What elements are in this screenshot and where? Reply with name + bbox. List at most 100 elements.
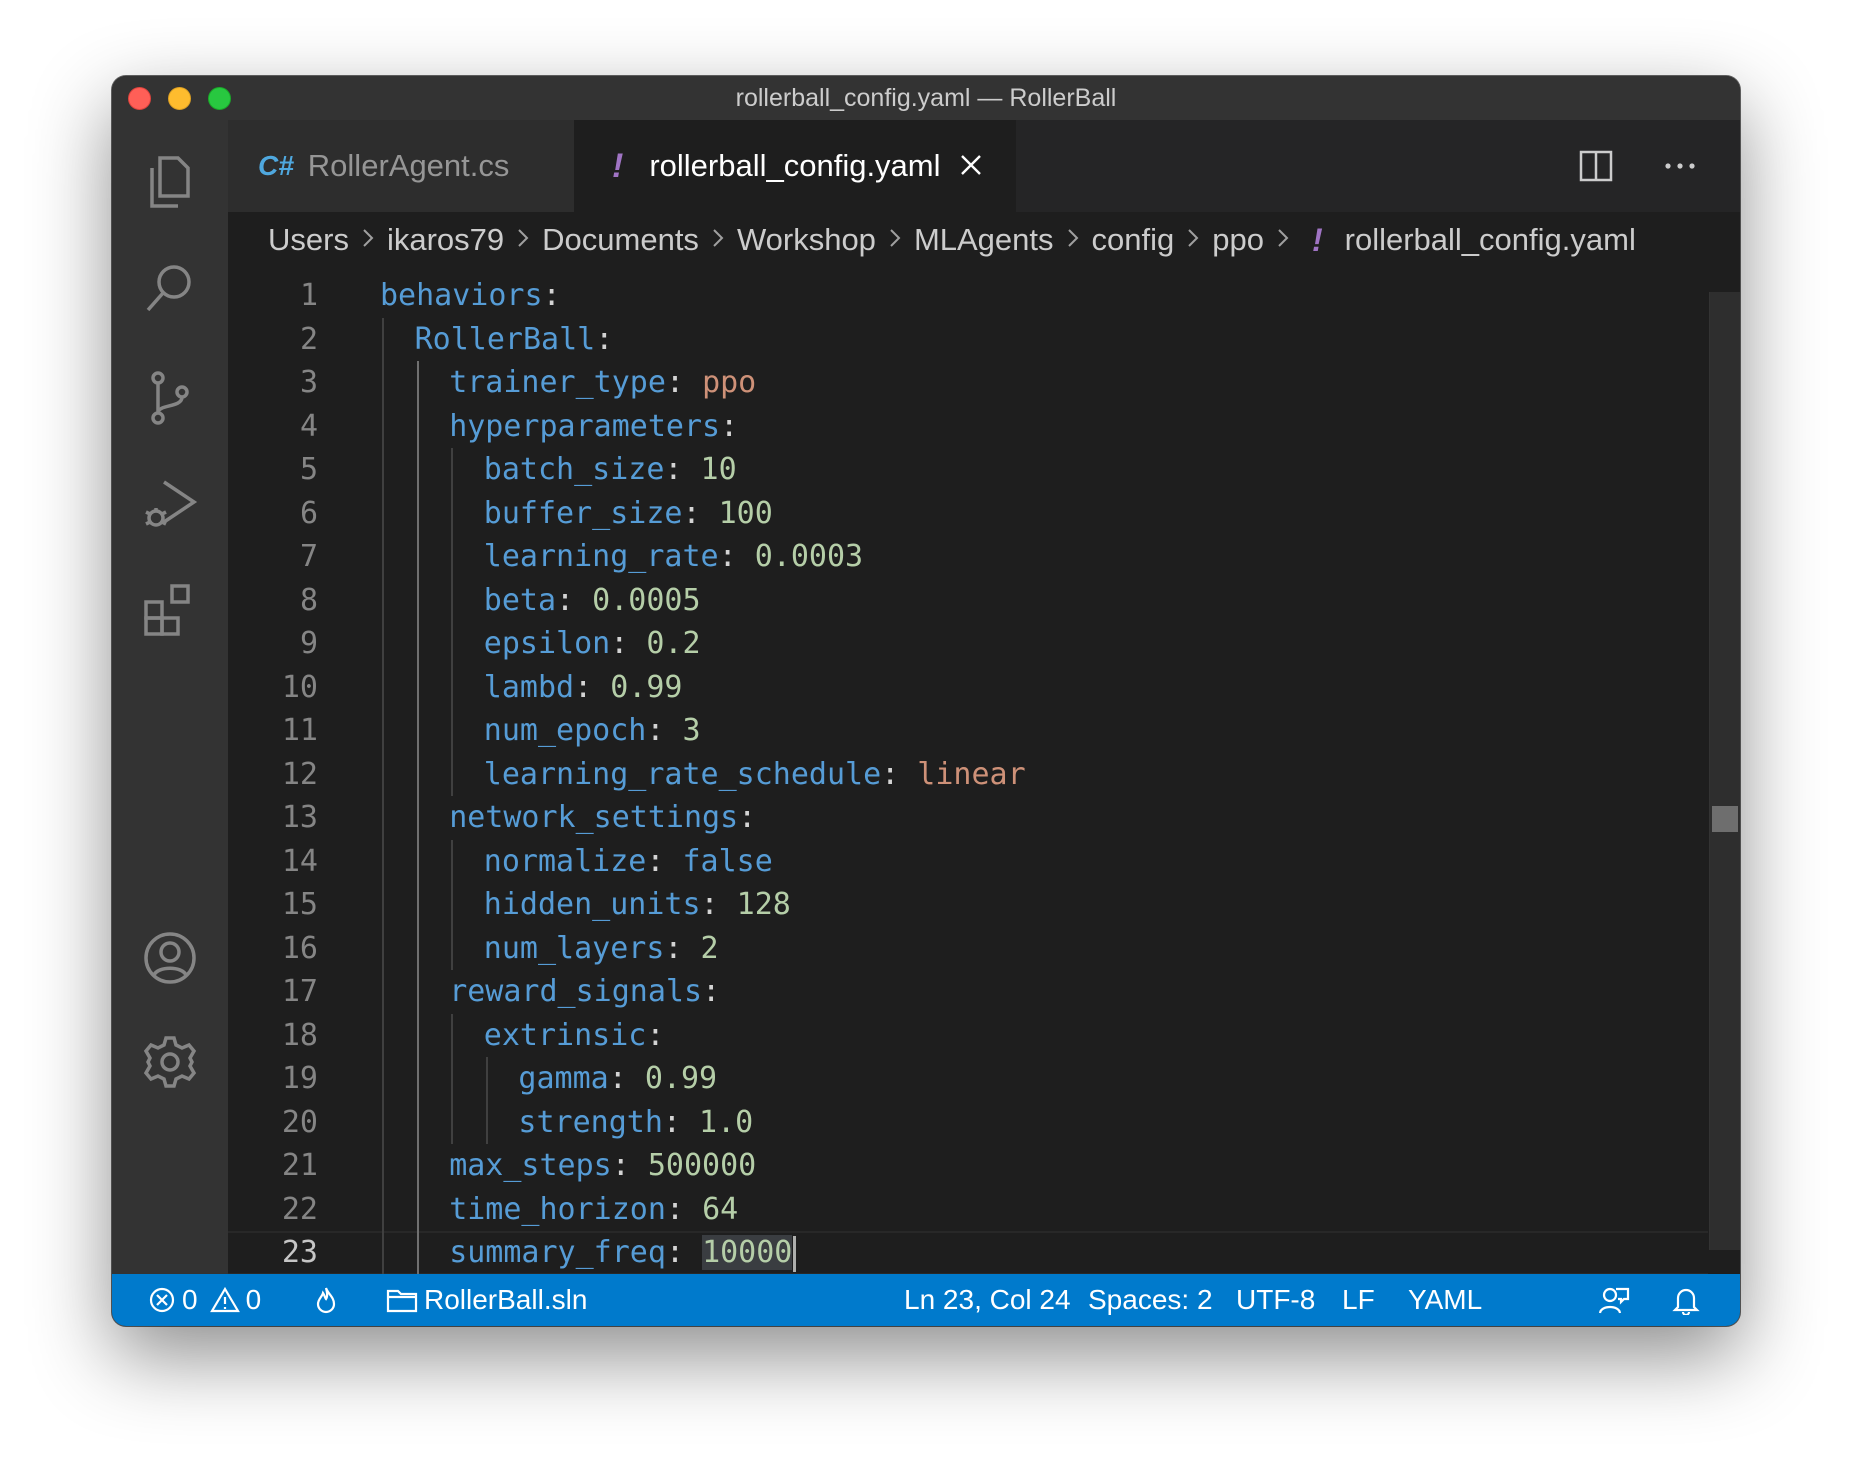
code-content: extrinsic:: [483, 1017, 665, 1053]
code-line[interactable]: 20 strength: 1.0: [228, 1101, 1708, 1145]
code-line[interactable]: 6 buffer_size: 100: [228, 492, 1708, 536]
line-ending-setting[interactable]: LF: [1342, 1274, 1375, 1326]
code-line[interactable]: 18 extrinsic:: [228, 1014, 1708, 1058]
yaml-key: summary_freq: [449, 1235, 666, 1270]
code-line[interactable]: 23 summary_freq: 10000: [228, 1231, 1708, 1274]
breadcrumb-item[interactable]: ppo: [1212, 222, 1264, 258]
yaml-value: linear: [917, 756, 1026, 792]
yaml-value: 100: [718, 495, 773, 531]
feedback-icon[interactable]: [1598, 1274, 1636, 1326]
indent-guide: [451, 1013, 454, 1144]
title-bar: rollerball_config.yaml — RollerBall: [112, 76, 1740, 121]
yaml-key: behaviors: [380, 278, 543, 313]
code-content: network_settings:: [449, 800, 757, 835]
indent-guide: [485, 1057, 488, 1144]
code-line[interactable]: 3 trainer_type: ppo: [228, 361, 1708, 405]
close-tab-icon[interactable]: [959, 149, 983, 183]
source-control-icon[interactable]: [138, 366, 202, 430]
breadcrumb-item[interactable]: ikaros79: [387, 222, 504, 258]
status-bar: 0 0 RollerBall.sln Ln 23, Col 24 Spaces:…: [112, 1274, 1740, 1326]
breadcrumb-file[interactable]: rollerball_config.yaml: [1345, 222, 1636, 258]
search-icon[interactable]: [138, 256, 202, 320]
yaml-value: 0.2: [646, 626, 701, 661]
code-line[interactable]: 1 behaviors:: [228, 274, 1708, 318]
breadcrumb-item[interactable]: config: [1092, 222, 1175, 258]
tabs-bar: C# RollerAgent.cs ! rollerball_config.ya…: [228, 120, 1740, 212]
encoding-setting[interactable]: UTF-8: [1236, 1274, 1315, 1326]
breadcrumb-item[interactable]: Users: [268, 222, 349, 258]
cursor-position-marker: [1712, 806, 1738, 832]
line-number: 18: [281, 1017, 318, 1053]
code-line[interactable]: 22 time_horizon: 64: [228, 1188, 1708, 1232]
code-editor[interactable]: 1 behaviors: 2 RollerBall: 3 trainer_type: pp…: [228, 268, 1740, 1274]
code-content: behaviors:: [380, 278, 561, 313]
yaml-value: 500000: [647, 1148, 757, 1183]
yaml-key: normalize: [483, 843, 647, 879]
line-number: 23: [281, 1235, 318, 1270]
breadcrumb: Users ikaros79 Documents Workshop MLAgents co…: [228, 212, 1740, 268]
tab-label: RollerAgent.cs: [307, 148, 510, 183]
yaml-value: 1.0: [699, 1104, 754, 1140]
problems-indicator[interactable]: 0 0: [148, 1274, 261, 1326]
code-content: hyperparameters:: [449, 408, 739, 444]
tab-rolleragent-cs[interactable]: C# RollerAgent.cs: [228, 120, 574, 212]
code-content: learning_rate: 0.0003: [483, 539, 864, 574]
yaml-key: network_settings: [449, 800, 739, 835]
yaml-value: 128: [736, 887, 791, 922]
language-mode[interactable]: YAML: [1408, 1274, 1482, 1326]
code-line[interactable]: 11 num_epoch: 3: [228, 709, 1708, 753]
flame-icon[interactable]: [312, 1274, 346, 1326]
text-cursor: [793, 1235, 797, 1272]
yaml-value: ppo: [702, 365, 757, 400]
code-line[interactable]: 4 hyperparameters:: [228, 405, 1708, 449]
yaml-value: 64: [702, 1191, 739, 1227]
code-line[interactable]: 7 learning_rate: 0.0003: [228, 535, 1708, 579]
line-number: 3: [299, 365, 318, 400]
code-line[interactable]: 2 RollerBall:: [228, 318, 1708, 362]
line-number: 4: [299, 408, 318, 444]
breadcrumb-item[interactable]: Workshop: [737, 222, 876, 258]
activity-bar: [112, 120, 228, 1274]
code-content: epsilon: 0.2: [483, 626, 701, 661]
settings-gear-icon[interactable]: [138, 1030, 202, 1094]
more-actions-icon[interactable]: [1660, 146, 1700, 186]
split-editor-icon[interactable]: [1576, 146, 1616, 186]
warning-icon: [209, 1286, 240, 1313]
vertical-scrollbar[interactable]: [1709, 292, 1740, 1250]
code-content: learning_rate_schedule: linear: [483, 756, 1026, 792]
code-line[interactable]: 12 learning_rate_schedule: linear: [228, 753, 1708, 797]
indentation-setting[interactable]: Spaces: 2: [1088, 1274, 1213, 1326]
code-line[interactable]: 17 reward_signals:: [228, 970, 1708, 1014]
code-line[interactable]: 10 lambd: 0.99: [228, 666, 1708, 710]
code-line[interactable]: 13 network_settings:: [228, 796, 1708, 840]
code-content: beta: 0.0005: [483, 582, 701, 618]
account-icon[interactable]: [138, 926, 202, 990]
code-line[interactable]: 8 beta: 0.0005: [228, 579, 1708, 623]
code-line[interactable]: 21 max_steps: 500000: [228, 1144, 1708, 1188]
solution-indicator[interactable]: RollerBall.sln: [386, 1274, 587, 1326]
code-line[interactable]: 14 normalize: false: [228, 840, 1708, 884]
code-line[interactable]: 5 batch_size: 10: [228, 448, 1708, 492]
code-content: normalize: false: [483, 843, 773, 879]
code-content: RollerBall:: [414, 321, 614, 357]
code-line[interactable]: 19 gamma: 0.99: [228, 1057, 1708, 1101]
extensions-icon[interactable]: [138, 578, 202, 642]
line-number: 11: [281, 713, 318, 748]
yaml-value: 3: [682, 713, 701, 748]
line-number: 16: [281, 930, 318, 966]
yaml-key: lambd: [483, 669, 575, 705]
breadcrumb-item[interactable]: Documents: [542, 222, 699, 258]
yaml-value: 0.0003: [754, 539, 864, 574]
code-line[interactable]: 15 hidden_units: 128: [228, 883, 1708, 927]
line-number: 20: [281, 1104, 318, 1140]
cursor-position[interactable]: Ln 23, Col 24: [904, 1274, 1071, 1326]
run-debug-icon[interactable]: [138, 472, 202, 536]
breadcrumb-item[interactable]: MLAgents: [914, 222, 1054, 258]
code-line[interactable]: 16 num_layers: 2: [228, 927, 1708, 971]
line-number: 12: [281, 756, 318, 792]
window-title: rollerball_config.yaml — RollerBall: [735, 84, 1117, 112]
tab-rollerball-config-yaml[interactable]: ! rollerball_config.yaml: [574, 120, 1016, 212]
explorer-icon[interactable]: [138, 150, 202, 214]
code-line[interactable]: 9 epsilon: 0.2: [228, 622, 1708, 666]
notifications-bell-icon[interactable]: [1672, 1274, 1706, 1326]
